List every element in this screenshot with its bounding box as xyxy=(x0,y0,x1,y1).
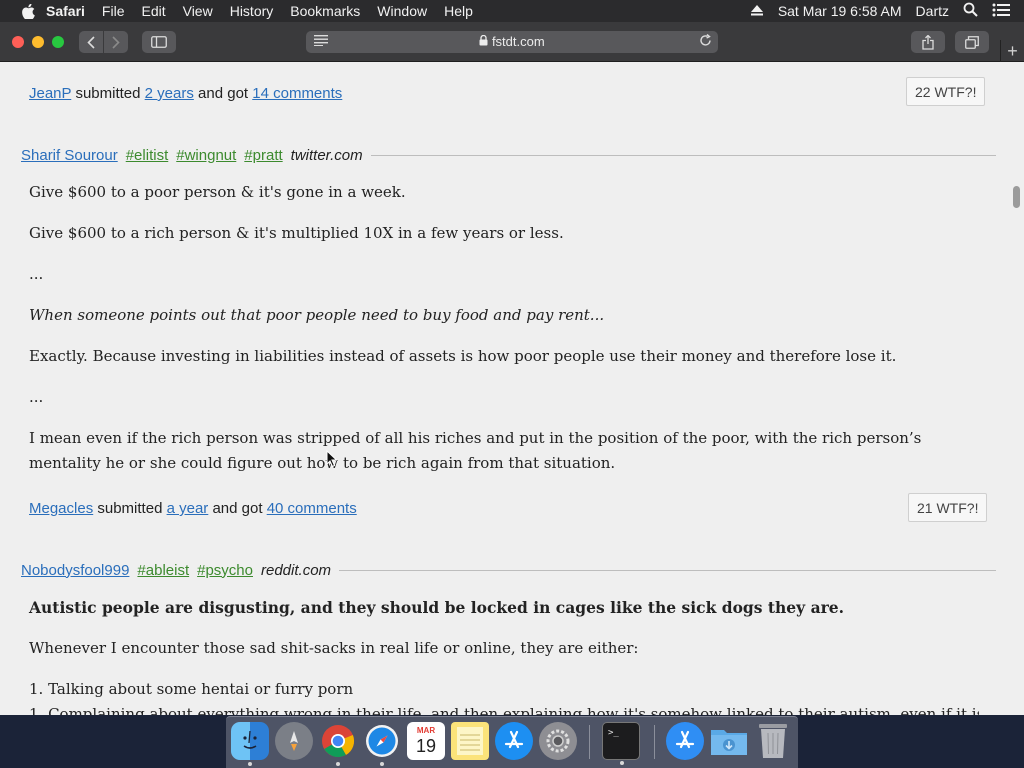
show-tabs-button[interactable] xyxy=(955,31,989,53)
downloads-folder-icon[interactable] xyxy=(710,722,748,760)
reload-icon[interactable] xyxy=(699,33,712,50)
page-scrollbar[interactable] xyxy=(1008,62,1024,715)
back-button[interactable] xyxy=(79,31,103,53)
url-text: fstdt.com xyxy=(491,34,545,49)
time-link[interactable]: a year xyxy=(167,500,209,517)
lock-icon xyxy=(479,34,492,49)
and-got-text: and got xyxy=(212,500,263,517)
menu-user[interactable]: Dartz xyxy=(916,3,949,19)
submitted-text: submitted xyxy=(75,85,141,102)
back-icon xyxy=(87,35,95,49)
sidebar-icon xyxy=(151,36,167,48)
tag-link[interactable]: #pratt xyxy=(244,147,282,164)
comments-link[interactable]: 14 comments xyxy=(252,85,342,102)
running-indicator xyxy=(248,762,252,766)
menu-file[interactable]: File xyxy=(102,3,125,19)
running-indicator xyxy=(380,762,384,766)
menu-help[interactable]: Help xyxy=(444,3,473,19)
submitter-link[interactable]: Megacles xyxy=(29,500,93,517)
forward-icon xyxy=(112,35,120,49)
tag-link[interactable]: #wingnut xyxy=(176,147,236,164)
browser-toolbar: fstdt.com xyxy=(0,22,1024,62)
finder-icon[interactable] xyxy=(231,722,269,766)
dock-separator xyxy=(589,725,590,759)
new-tab-button[interactable]: + xyxy=(1000,40,1024,62)
post-paragraph: Give $600 to a rich person & it's multip… xyxy=(29,224,564,242)
post-paragraph: 1. Talking about some hentai or furry po… xyxy=(29,680,354,698)
post-paragraph: Give $600 to a poor person & it's gone i… xyxy=(29,183,406,201)
calendar-day: 19 xyxy=(415,736,437,756)
post-paragraph: 1. Complaining about everything wrong in… xyxy=(29,705,979,715)
post-paragraph: I mean even if the rich person was strip… xyxy=(29,429,922,472)
spotlight-icon[interactable] xyxy=(963,2,978,20)
post-source: reddit.com xyxy=(261,561,332,579)
author-link[interactable]: Nobodysfool999 xyxy=(21,562,129,579)
eject-icon[interactable] xyxy=(750,3,764,19)
tag-link[interactable]: #elitist xyxy=(126,147,169,164)
post-paragraph: ... xyxy=(29,265,44,283)
fullscreen-window-button[interactable] xyxy=(52,36,64,48)
running-indicator xyxy=(336,762,340,766)
menu-edit[interactable]: Edit xyxy=(141,3,165,19)
and-got-text: and got xyxy=(198,85,249,102)
post-meta: Megacles submitted a year and got 40 com… xyxy=(29,500,357,517)
notes-icon[interactable] xyxy=(451,722,489,760)
dock: MAR 19 >_ xyxy=(226,716,798,768)
trash-icon[interactable] xyxy=(754,722,792,760)
post-header: Sharif Sourour #elitist #wingnut #pratt … xyxy=(21,145,996,165)
post-source: twitter.com xyxy=(290,146,363,164)
share-button[interactable] xyxy=(911,31,945,53)
dock-separator xyxy=(654,725,655,759)
calendar-month: MAR xyxy=(416,726,436,735)
scrollbar-thumb[interactable] xyxy=(1013,186,1020,208)
submitted-text: submitted xyxy=(97,500,163,517)
safari-icon[interactable] xyxy=(363,722,401,766)
post-paragraph: ... xyxy=(29,388,44,406)
calendar-icon[interactable]: MAR 19 xyxy=(407,722,445,760)
comments-link[interactable]: 40 comments xyxy=(267,500,357,517)
notification-center-icon[interactable] xyxy=(992,3,1010,20)
applications-folder-icon[interactable] xyxy=(666,722,704,760)
tag-link[interactable]: #psycho xyxy=(197,562,253,579)
system-preferences-icon[interactable] xyxy=(539,722,577,760)
apple-icon[interactable] xyxy=(20,3,36,19)
new-tab-icon: + xyxy=(1007,40,1018,61)
sidebar-toggle-button[interactable] xyxy=(142,31,176,53)
launchpad-icon[interactable] xyxy=(275,722,313,760)
wtf-vote-button[interactable]: 22 WTF?! xyxy=(906,77,986,106)
mouse-cursor-icon xyxy=(326,450,338,468)
app-store-icon[interactable] xyxy=(495,722,533,760)
post-paragraph: Autistic people are disgusting, and they… xyxy=(29,598,845,617)
running-indicator xyxy=(620,761,624,765)
tag-link[interactable]: #ableist xyxy=(137,562,189,579)
header-divider xyxy=(339,569,996,571)
tabs-icon xyxy=(965,35,979,49)
chrome-icon[interactable] xyxy=(319,722,357,766)
menu-window[interactable]: Window xyxy=(377,3,427,19)
address-bar[interactable]: fstdt.com xyxy=(306,31,718,53)
menu-app-name[interactable]: Safari xyxy=(46,3,85,19)
web-page: JeanP submitted 2 years and got 14 comme… xyxy=(0,62,1024,715)
post-header: Nobodysfool999 #ableist #psycho reddit.c… xyxy=(21,560,996,580)
close-window-button[interactable] xyxy=(12,36,24,48)
terminal-icon[interactable]: >_ xyxy=(602,722,640,765)
forward-button[interactable] xyxy=(104,31,128,53)
post-paragraph: When someone points out that poor people… xyxy=(29,306,605,324)
share-icon xyxy=(922,34,934,50)
post-paragraph: Exactly. Because investing in liabilitie… xyxy=(29,347,897,365)
header-divider xyxy=(370,154,996,156)
time-link[interactable]: 2 years xyxy=(145,85,194,102)
menu-view[interactable]: View xyxy=(183,3,213,19)
menu-bar: Safari File Edit View History Bookmarks … xyxy=(0,0,1024,22)
post-meta: JeanP submitted 2 years and got 14 comme… xyxy=(29,85,342,102)
minimize-window-button[interactable] xyxy=(32,36,44,48)
menu-bookmarks[interactable]: Bookmarks xyxy=(290,3,360,19)
submitter-link[interactable]: JeanP xyxy=(29,85,71,102)
author-link[interactable]: Sharif Sourour xyxy=(21,147,118,164)
menu-history[interactable]: History xyxy=(230,3,274,19)
post-paragraph: Whenever I encounter those sad shit-sack… xyxy=(29,639,639,657)
menu-clock[interactable]: Sat Mar 19 6:58 AM xyxy=(778,3,902,19)
wtf-vote-button[interactable]: 21 WTF?! xyxy=(908,493,988,522)
